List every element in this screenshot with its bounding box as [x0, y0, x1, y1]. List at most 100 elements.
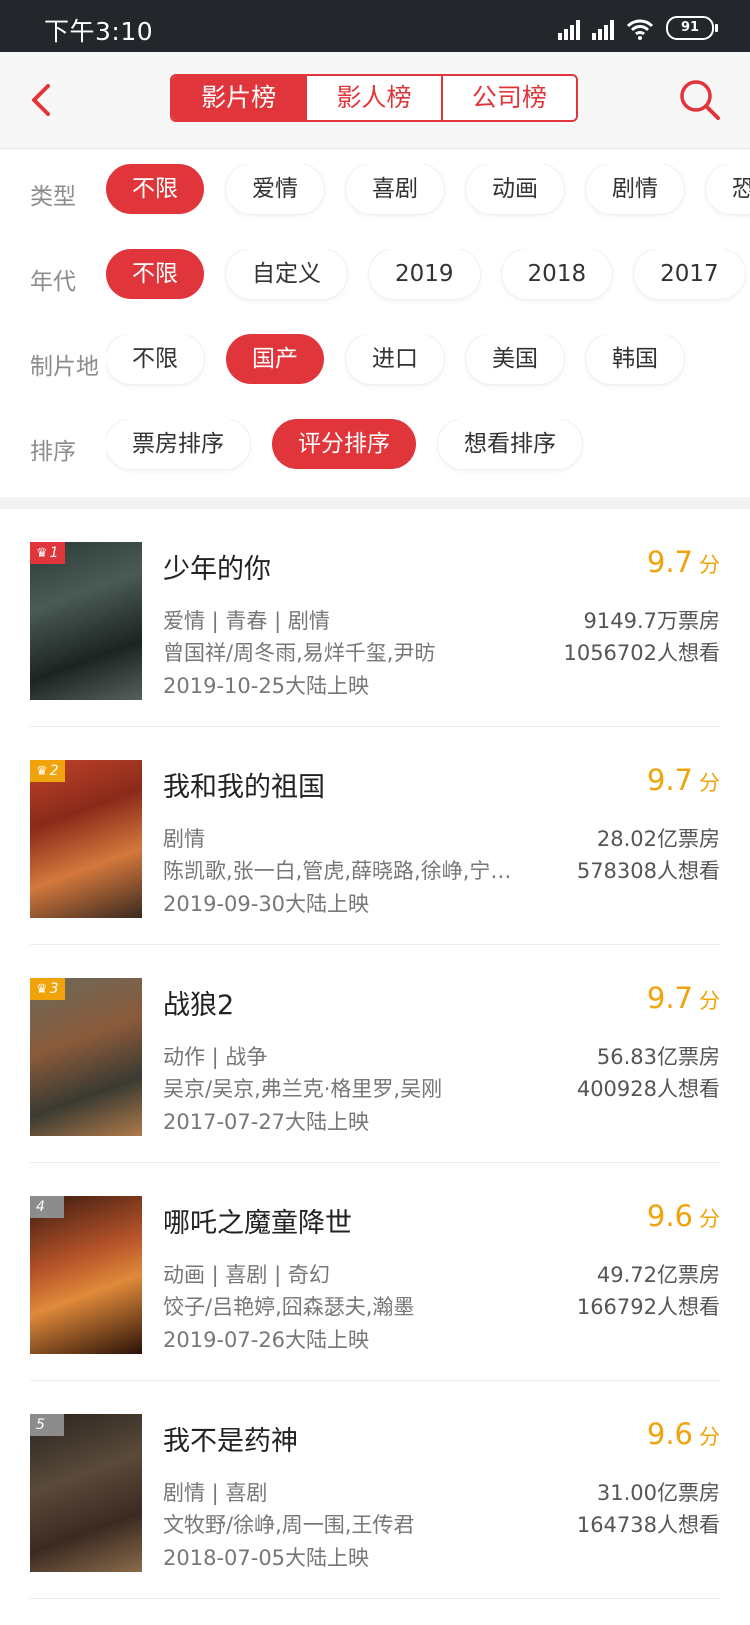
filter-chips: 票房排序 评分排序 想看排序 [106, 419, 750, 477]
movie-genre: 爱情 | 青春 | 剧情 [163, 609, 330, 633]
nav-bar: 影片榜 影人榜 公司榜 [0, 52, 750, 149]
filter-chip[interactable]: 进口 [346, 334, 444, 384]
status-icons: 91 [558, 14, 718, 40]
filter-chip[interactable]: 美国 [466, 334, 564, 384]
movie-genre: 剧情 [163, 827, 205, 851]
filter-chip[interactable]: 票房排序 [106, 419, 250, 469]
movie-poster[interactable]: 5 [30, 1414, 142, 1572]
filter-chip[interactable]: 恐 [706, 164, 750, 214]
score-unit: 分 [699, 771, 720, 795]
movie-title: 我和我的祖国 [163, 772, 325, 803]
release-date: 2019-07-26大陆上映 [163, 1328, 370, 1352]
box-office: 56.83亿票房 [596, 1045, 720, 1069]
back-arrow-icon[interactable] [22, 76, 62, 124]
filter-chip[interactable]: 剧情 [586, 164, 684, 214]
movie-poster[interactable]: 4 [30, 1196, 142, 1354]
movie-cast: 吴京/吴京,弗兰克·格里罗,吴刚 [163, 1077, 443, 1101]
signal-icon-2 [592, 18, 614, 40]
movie-genre: 动画 | 喜剧 | 奇幻 [163, 1263, 330, 1287]
movie-title: 哪吒之魔童降世 [163, 1208, 352, 1239]
movie-item[interactable]: ♛ 2 我和我的祖国 剧情 陈凯歌,张一白,管虎,薛晓路,徐峥,宁… 2019-09-30… [0, 727, 750, 945]
rank-number: 1 [49, 545, 59, 561]
tab-people-ranking[interactable]: 影人榜 [305, 76, 441, 120]
rank-number: 3 [49, 981, 59, 997]
filter-row-era: 年代 不限 自定义 2019 2018 2017 [0, 234, 750, 322]
filter-chip[interactable]: 国产 [226, 334, 324, 384]
filter-chip[interactable]: 评分排序 [272, 419, 416, 469]
movie-title: 少年的你 [163, 554, 271, 585]
movie-score: 9.6 分 [647, 1417, 720, 1451]
filter-chips: 不限 自定义 2019 2018 2017 [106, 249, 750, 307]
rank-badge: 4 [30, 1196, 64, 1218]
score-unit: 分 [699, 553, 720, 577]
movie-item[interactable]: ♛ 3 战狼2 动作 | 战争 吴京/吴京,弗兰克·格里罗,吴刚 2017-07-27大陆… [0, 945, 750, 1163]
wifi-icon [626, 19, 654, 40]
score-value: 9.7 [646, 981, 693, 1015]
release-date: 2019-10-25大陆上映 [163, 674, 370, 698]
filter-chip[interactable]: 想看排序 [438, 419, 582, 469]
movie-poster[interactable]: ♛ 1 [30, 542, 142, 700]
filter-chips: 不限 爱情 喜剧 动画 剧情恐 [106, 164, 750, 222]
filter-chip[interactable]: 不限 [106, 334, 204, 384]
want-to-see-count: 400928人想看 [576, 1077, 720, 1101]
movie-poster[interactable]: ♛ 3 [30, 978, 142, 1136]
tab-movie-ranking[interactable]: 影片榜 [172, 76, 306, 120]
score-unit: 分 [699, 1425, 720, 1449]
filter-label: 制片地 [30, 354, 99, 380]
filter-chip[interactable]: 不限 [106, 249, 204, 299]
rank-badge: ♛ 1 [30, 542, 65, 564]
movie-cast: 饺子/吕艳婷,囧森瑟夫,瀚墨 [163, 1295, 415, 1319]
filter-label: 年代 [30, 269, 76, 295]
movie-cast: 文牧野/徐峥,周一围,王传君 [163, 1513, 415, 1537]
filter-chip[interactable]: 不限 [106, 164, 204, 214]
crown-icon: ♛ [36, 764, 48, 779]
box-office: 28.02亿票房 [596, 827, 720, 851]
score-unit: 分 [699, 1207, 720, 1231]
search-icon[interactable] [676, 76, 724, 124]
score-value: 9.7 [646, 763, 693, 797]
filter-chip[interactable]: 喜剧 [346, 164, 444, 214]
movie-score: 9.6 分 [647, 1199, 720, 1233]
want-to-see-count: 1056702人想看 [563, 641, 720, 665]
score-value: 9.6 [646, 1199, 693, 1233]
box-office: 49.72亿票房 [596, 1263, 720, 1287]
score-value: 9.6 [646, 1417, 693, 1451]
filter-chip[interactable]: 自定义 [226, 249, 347, 299]
filter-label: 类型 [30, 184, 76, 210]
filter-chip[interactable]: 2018 [501, 249, 613, 299]
crown-icon: ♛ [36, 546, 48, 561]
tab-company-ranking[interactable]: 公司榜 [440, 76, 576, 120]
status-bar: 下午3:10 91 [0, 0, 750, 52]
want-to-see-count: 166792人想看 [576, 1295, 720, 1319]
score-unit: 分 [699, 989, 720, 1013]
filter-label: 排序 [30, 439, 76, 465]
movie-poster[interactable]: ♛ 2 [30, 760, 142, 918]
rank-number: 2 [49, 763, 59, 779]
filter-chip[interactable]: 爱情 [226, 164, 324, 214]
release-date: 2018-07-05大陆上映 [163, 1546, 370, 1570]
filter-chip[interactable]: 2019 [369, 249, 480, 299]
crown-icon: ♛ [36, 982, 48, 997]
filter-chip[interactable]: 动画 [466, 164, 564, 214]
ranking-tabs: 影片榜 影人榜 公司榜 [170, 74, 578, 122]
rank-number: 5 [36, 1417, 45, 1433]
rank-number: 4 [36, 1199, 45, 1215]
battery-icon: 91 [666, 16, 718, 40]
movie-item[interactable]: ♛ 1 少年的你爱情 | 青春 | 剧情曾国祥/周冬雨,易烊千玺,尹昉 2019-10… [0, 509, 750, 727]
movie-score: 9.7 分 [647, 763, 720, 797]
filter-panel: 类型 不限 爱情 喜剧 动画 剧情恐年代 不限 自定义 2019 2018 2017 制片地 不限 国产进… [0, 149, 750, 497]
movie-item[interactable]: 5 我不是药神 剧情 | 喜剧 文牧野/徐峥,周一围,王传君 2018-07-05大陆上… [0, 1381, 750, 1599]
movie-cast: 曾国祥/周冬雨,易烊千玺,尹昉 [163, 641, 436, 665]
movie-item[interactable]: 4 哪吒之魔童降世动画 | 喜剧 | 奇幻饺子/吕艳婷,囧森瑟夫,瀚墨 2019-0… [0, 1163, 750, 1381]
box-office: 31.00亿票房 [596, 1481, 720, 1505]
movie-title: 我不是药神 [163, 1426, 298, 1457]
movie-genre: 动作 | 战争 [163, 1045, 268, 1069]
movie-score: 9.7 分 [647, 981, 720, 1015]
filter-chip[interactable]: 韩国 [586, 334, 684, 384]
movie-score: 9.7 分 [647, 545, 720, 579]
filter-chip[interactable]: 2017 [634, 249, 745, 299]
status-time: 下午3:10 [44, 17, 154, 46]
rank-badge: ♛ 3 [30, 978, 65, 1000]
filter-row-region: 制片地 不限 国产 进口 美国 韩国 [0, 319, 750, 407]
rank-badge: ♛ 2 [30, 760, 65, 782]
